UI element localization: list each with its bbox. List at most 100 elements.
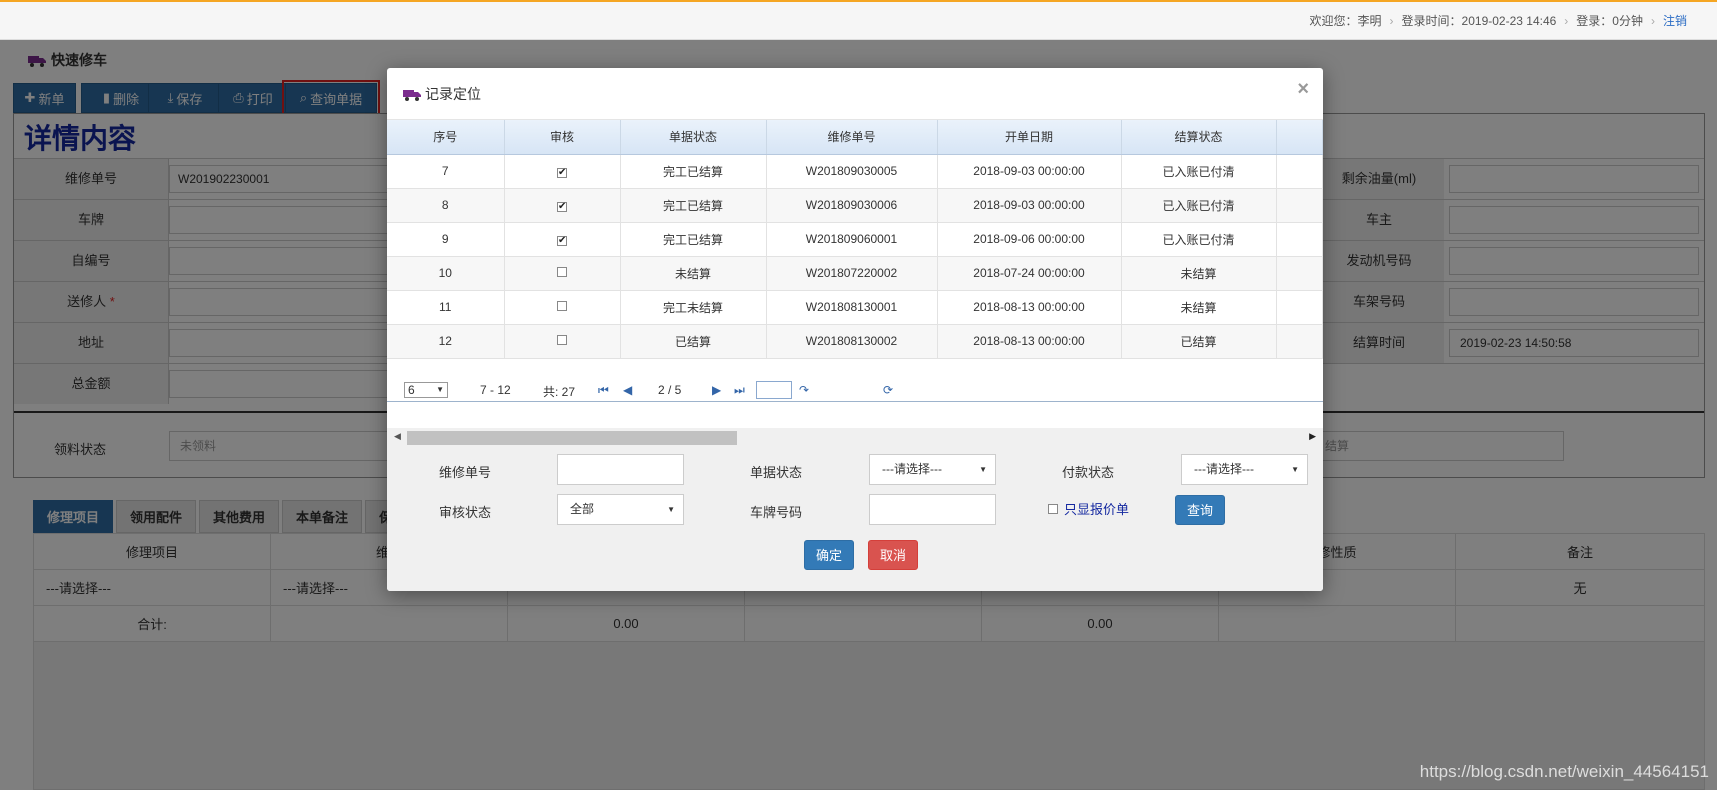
audit-checkbox[interactable]: ✔ (504, 222, 621, 257)
quote-only-checkbox[interactable]: 只显报价单 (1048, 499, 1129, 518)
filter-plate-label: 车牌号码 (750, 505, 803, 520)
row-repair-no: W201808130002 (766, 324, 938, 359)
filter-plate-input[interactable] (869, 494, 996, 525)
query-button[interactable]: 查询 (1175, 495, 1225, 525)
chevron-right-icon: › (1650, 13, 1655, 28)
scroll-right-icon[interactable]: ▶ (1309, 431, 1316, 442)
next-page-icon[interactable]: ▶ (712, 383, 721, 397)
horizontal-scrollbar[interactable]: ◀ ▶ (387, 428, 1323, 446)
row-date: 2018-08-13 00:00:00 (937, 324, 1122, 359)
checkbox-empty[interactable] (557, 335, 567, 345)
col-header-repair-no[interactable]: 维修单号 (766, 120, 938, 155)
table-row[interactable]: 7 ✔ 完工已结算 W201809030005 2018-09-03 00:00… (387, 154, 1323, 189)
row-date: 2018-09-03 00:00:00 (937, 154, 1122, 189)
row-settle: 已入账已付清 (1121, 222, 1277, 257)
first-page-icon[interactable]: ⏮ (598, 383, 609, 398)
login-time: 登录时间：2019-02-23 14:46 (1401, 14, 1557, 28)
row-no: 12 (387, 324, 505, 359)
page-size-select[interactable]: 6 ▼ (404, 382, 448, 398)
audit-checkbox[interactable]: ✔ (504, 188, 621, 223)
col-header-settle[interactable]: 结算状态 (1121, 120, 1277, 155)
chevron-right-icon: › (1564, 13, 1569, 28)
row-settle: 未结算 (1121, 256, 1277, 291)
page-jump-input[interactable] (756, 381, 792, 399)
col-header-extra (1276, 120, 1323, 155)
user-info: 欢迎您：李明 › 登录时间：2019-02-23 14:46 › 登录：0分钟 … (1310, 12, 1687, 29)
filter-repair-no-input[interactable] (557, 454, 684, 485)
table-row[interactable]: 12 已结算 W201808130002 2018-08-13 00:00:00… (387, 324, 1323, 359)
row-doc-status: 未结算 (620, 256, 767, 291)
quote-only-label: 只显报价单 (1064, 502, 1130, 517)
row-extra (1276, 154, 1323, 189)
truck-icon (403, 88, 421, 101)
audit-checkbox[interactable] (504, 256, 621, 291)
top-bar: 欢迎您：李明 › 登录时间：2019-02-23 14:46 › 登录：0分钟 … (0, 2, 1717, 40)
filter-doc-status-label: 单据状态 (750, 465, 803, 480)
row-no: 8 (387, 188, 505, 223)
row-settle: 已结算 (1121, 324, 1277, 359)
page-range: 7 - 12 (480, 383, 511, 397)
col-header-audit[interactable]: 审核 (504, 120, 621, 155)
check-icon[interactable]: ✔ (557, 236, 567, 246)
page-indicator: 2 / 5 (658, 383, 682, 397)
row-doc-status: 完工已结算 (620, 154, 767, 189)
filter-panel: 维修单号 单据状态 ---请选择--- ▼ 付款状态 ---请选择--- ▼ 审核状… (387, 446, 1323, 591)
checkbox-empty[interactable] (1048, 503, 1058, 514)
caret-down-icon: ▼ (436, 385, 444, 394)
table-row[interactable]: 11 完工未结算 W201808130001 2018-08-13 00:00:… (387, 290, 1323, 325)
audit-checkbox[interactable] (504, 324, 621, 359)
welcome-text: 欢迎您：李明 (1309, 14, 1382, 28)
filter-doc-status-value: ---请选择--- (882, 462, 942, 476)
go-arrow-icon[interactable]: ↷ (799, 383, 809, 397)
row-no: 9 (387, 222, 505, 257)
filter-pay-status-label: 付款状态 (1062, 465, 1115, 480)
pagination-bar: 6 ▼ 7 - 12 共: 27 ⏮ ◀ 2 / 5 ▶ ⏭ ↷ ⟳ (387, 378, 1323, 402)
dialog-title: 记录定位 (403, 84, 481, 104)
row-date: 2018-09-06 00:00:00 (937, 222, 1122, 257)
last-page-icon[interactable]: ⏭ (734, 383, 745, 398)
cancel-button[interactable]: 取消 (868, 540, 918, 570)
chevron-right-icon: › (1389, 13, 1394, 28)
confirm-button[interactable]: 确定 (804, 540, 854, 570)
filter-audit-value: 全部 (570, 502, 595, 516)
audit-checkbox[interactable] (504, 290, 621, 325)
col-header-no[interactable]: 序号 (387, 120, 505, 155)
col-header-doc-status[interactable]: 单据状态 (620, 120, 767, 155)
row-doc-status: 完工已结算 (620, 188, 767, 223)
logout-link[interactable]: 注销 (1663, 12, 1687, 29)
table-row[interactable]: 9 ✔ 完工已结算 W201809060001 2018-09-06 00:00… (387, 222, 1323, 257)
row-repair-no: W201807220002 (766, 256, 938, 291)
row-extra (1276, 256, 1323, 291)
check-icon[interactable]: ✔ (557, 202, 567, 212)
row-settle: 已入账已付清 (1121, 188, 1277, 223)
row-no: 10 (387, 256, 505, 291)
row-extra (1276, 290, 1323, 325)
col-header-date[interactable]: 开单日期 (937, 120, 1122, 155)
caret-down-icon: ▼ (1291, 465, 1299, 474)
table-row[interactable]: 10 未结算 W201807220002 2018-07-24 00:00:00… (387, 256, 1323, 291)
row-repair-no: W201809030005 (766, 154, 938, 189)
checkbox-empty[interactable] (557, 301, 567, 311)
scroll-left-icon[interactable]: ◀ (394, 431, 401, 442)
filter-audit-select[interactable]: 全部 ▼ (557, 494, 684, 525)
prev-page-icon[interactable]: ◀ (623, 383, 632, 397)
row-no: 11 (387, 290, 505, 325)
watermark: https://blog.csdn.net/weixin_44564151 (1419, 762, 1709, 781)
login-duration: 登录：0分钟 (1576, 14, 1643, 28)
check-icon[interactable]: ✔ (557, 168, 567, 178)
filter-repair-no-label: 维修单号 (439, 465, 492, 480)
scrollbar-thumb[interactable] (407, 431, 737, 445)
close-icon[interactable]: × (1297, 78, 1309, 101)
page-size-value: 6 (408, 383, 415, 397)
record-locate-dialog: 记录定位 × 序号 审核 单据状态 维修单号 开单日期 结算状态 7 ✔ 完工已… (387, 68, 1323, 591)
row-date: 2018-09-03 00:00:00 (937, 188, 1122, 223)
audit-checkbox[interactable]: ✔ (504, 154, 621, 189)
filter-doc-status-select[interactable]: ---请选择--- ▼ (869, 454, 996, 485)
checkbox-empty[interactable] (557, 267, 567, 277)
row-no: 7 (387, 154, 505, 189)
filter-audit-label: 审核状态 (439, 505, 492, 520)
caret-down-icon: ▼ (979, 465, 987, 474)
filter-pay-status-select[interactable]: ---请选择--- ▼ (1181, 454, 1308, 485)
refresh-icon[interactable]: ⟳ (883, 383, 893, 397)
table-row[interactable]: 8 ✔ 完工已结算 W201809030006 2018-09-03 00:00… (387, 188, 1323, 223)
